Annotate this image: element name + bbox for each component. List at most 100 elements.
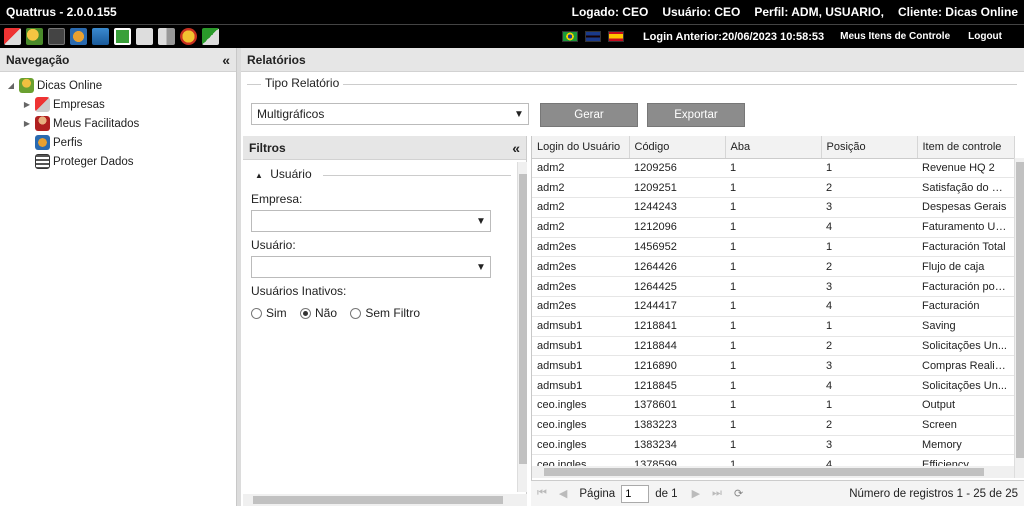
radio-sem-filtro[interactable]: Sem Filtro — [350, 306, 420, 320]
results-grid: Login do Usuário Código Aba Posição Item… — [531, 136, 1024, 506]
table-row[interactable]: ceo.ingles 1378601 1 1 Output — [532, 395, 1014, 416]
inativos-radio-group: Sim Não Sem Filtro — [251, 306, 430, 322]
brazil-flag-icon[interactable] — [561, 31, 578, 42]
chart-icon[interactable] — [92, 28, 109, 45]
table-row[interactable]: ceo.ingles 1383234 1 3 Memory — [532, 435, 1014, 456]
table-cell: 3 — [821, 435, 917, 456]
tree-item-dicas-online[interactable]: ◢ Dicas Online — [0, 76, 236, 95]
shield-icon[interactable] — [180, 28, 197, 45]
collapsed-arrow-icon[interactable]: ▶ — [22, 100, 32, 109]
column-header[interactable]: Item de controle — [917, 136, 1015, 159]
print-icon[interactable] — [136, 28, 153, 45]
table-row[interactable]: admsub1 1218845 1 4 Solicitações Un... — [532, 375, 1014, 397]
empresa-select[interactable]: ▼ — [251, 210, 491, 232]
refresh-icon[interactable]: ⟳ — [734, 487, 743, 500]
table-row[interactable]: adm2es 1456952 1 1 Facturación Total — [532, 237, 1014, 258]
tree-item-proteger-dados[interactable]: Proteger Dados — [0, 152, 236, 171]
uk-flag-icon[interactable] — [584, 31, 601, 42]
prev-page-icon[interactable]: ◀ — [559, 487, 567, 500]
meus-itens-link[interactable]: Meus Itens de Controle — [840, 31, 950, 42]
record-count: Número de registros 1 - 25 de 25 — [849, 487, 1018, 500]
tipo-relatorio-select[interactable]: Multigráficos ▼ — [251, 103, 529, 125]
last-page-icon[interactable]: ⏭ — [712, 487, 722, 500]
page-title: Relatórios — [247, 52, 306, 67]
table-cell: 4 — [821, 375, 917, 397]
table-cell: 1 — [725, 296, 821, 317]
radio-circle-selected-icon[interactable] — [300, 307, 312, 319]
table-cell: Output — [917, 395, 1014, 416]
radio-nao[interactable]: Não — [300, 306, 337, 320]
table-cell: 1 — [725, 217, 821, 238]
table-cell: 1209251 — [629, 177, 725, 199]
collapse-nav-icon[interactable]: « — [222, 52, 230, 68]
exportar-button[interactable]: Exportar — [647, 103, 745, 127]
filters-scrollbar[interactable] — [517, 162, 527, 492]
expanded-arrow-icon[interactable]: ◢ — [6, 81, 16, 90]
gerar-button[interactable]: Gerar — [540, 103, 638, 127]
table-cell: 4 — [821, 217, 917, 238]
scroll-thumb[interactable] — [1016, 162, 1024, 458]
first-page-icon[interactable]: ⏮ — [537, 487, 547, 500]
export-icon[interactable] — [202, 28, 219, 45]
table-cell: 1378601 — [629, 395, 725, 416]
filters-hscrollbar[interactable] — [243, 494, 527, 506]
calendar-icon[interactable] — [48, 28, 65, 45]
table-row[interactable]: admsub1 1218844 1 2 Solicitações Un... — [532, 336, 1014, 357]
table-cell: Flujo de caja — [917, 256, 1014, 278]
section-toggle-icon[interactable]: ▲ — [255, 171, 263, 180]
collapse-filters-icon[interactable]: « — [512, 140, 520, 156]
grid-hscrollbar[interactable] — [532, 466, 1014, 478]
table-row[interactable]: admsub1 1216890 1 3 Compras Realiza... — [532, 355, 1014, 377]
table-row[interactable]: adm2es 1264426 1 2 Flujo de caja — [532, 256, 1014, 278]
column-header[interactable]: Login do Usuário — [532, 136, 630, 159]
usuario-select[interactable]: ▼ — [251, 256, 491, 278]
table-cell: Saving — [917, 316, 1014, 337]
report-icon[interactable] — [114, 28, 131, 45]
table-cell: 1383234 — [629, 435, 725, 456]
navigation-tree: ◢ Dicas Online ▶ Empresas ▶ Meus Facilit… — [0, 72, 236, 175]
column-header[interactable]: Posição — [821, 136, 918, 159]
table-row[interactable]: adm2 1244243 1 3 Despesas Gerais — [532, 197, 1014, 218]
collapsed-arrow-icon[interactable]: ▶ — [22, 119, 32, 128]
table-cell: 1 — [725, 355, 821, 377]
table-cell: 1264425 — [629, 276, 725, 298]
tree-item-perfis[interactable]: Perfis — [0, 133, 236, 152]
group-icon — [35, 135, 50, 150]
spain-flag-icon[interactable] — [607, 31, 624, 42]
group-icon[interactable] — [70, 28, 87, 45]
radio-circle-icon[interactable] — [251, 307, 262, 319]
chevron-down-icon[interactable]: ▼ — [472, 211, 490, 231]
column-header[interactable]: Código — [629, 136, 726, 159]
tree-item-meus-facilitados[interactable]: ▶ Meus Facilitados — [0, 114, 236, 133]
reports-header: Relatórios — [241, 48, 1024, 72]
table-row[interactable]: ceo.ingles 1383223 1 2 Screen — [532, 415, 1014, 436]
radio-sim[interactable]: Sim — [251, 306, 287, 320]
table-row[interactable]: adm2 1209251 1 2 Satisfação do Cli... — [532, 177, 1014, 199]
chevron-down-icon[interactable]: ▼ — [472, 257, 490, 277]
usuario-section[interactable]: ▲ Usuário — [255, 167, 312, 181]
page-number-input[interactable] — [621, 484, 650, 503]
grid-scrollbar[interactable] — [1014, 158, 1024, 478]
table-row[interactable]: adm2es 1244417 1 4 Facturación — [532, 296, 1014, 317]
book-icon[interactable] — [158, 28, 175, 45]
table-row[interactable]: adm2es 1264425 1 3 Facturación por ... — [532, 276, 1014, 298]
table-cell: Despesas Gerais — [917, 197, 1014, 218]
chevron-down-icon[interactable]: ▼ — [510, 104, 528, 124]
table-row[interactable]: adm2 1209256 1 1 Revenue HQ 2 — [532, 158, 1014, 179]
table-cell: adm2es — [532, 296, 629, 317]
usuario-value: CEO — [714, 5, 741, 19]
users-icon[interactable] — [26, 28, 43, 45]
next-page-icon[interactable]: ▶ — [692, 487, 700, 500]
tools-icon[interactable] — [4, 28, 21, 45]
logado-value: CEO — [622, 5, 649, 19]
table-row[interactable]: adm2 1212096 1 4 Faturamento Un... — [532, 217, 1014, 238]
column-header[interactable]: Aba — [725, 136, 822, 159]
table-cell: 1383223 — [629, 415, 725, 436]
logout-link[interactable]: Logout — [968, 31, 1002, 42]
table-row[interactable]: admsub1 1218841 1 1 Saving — [532, 316, 1014, 337]
table-cell: 1 — [725, 237, 821, 258]
tree-item-empresas[interactable]: ▶ Empresas — [0, 95, 236, 114]
navigation-header: Navegação « — [0, 48, 236, 72]
radio-circle-icon[interactable] — [350, 307, 362, 319]
scroll-thumb[interactable] — [519, 174, 527, 464]
